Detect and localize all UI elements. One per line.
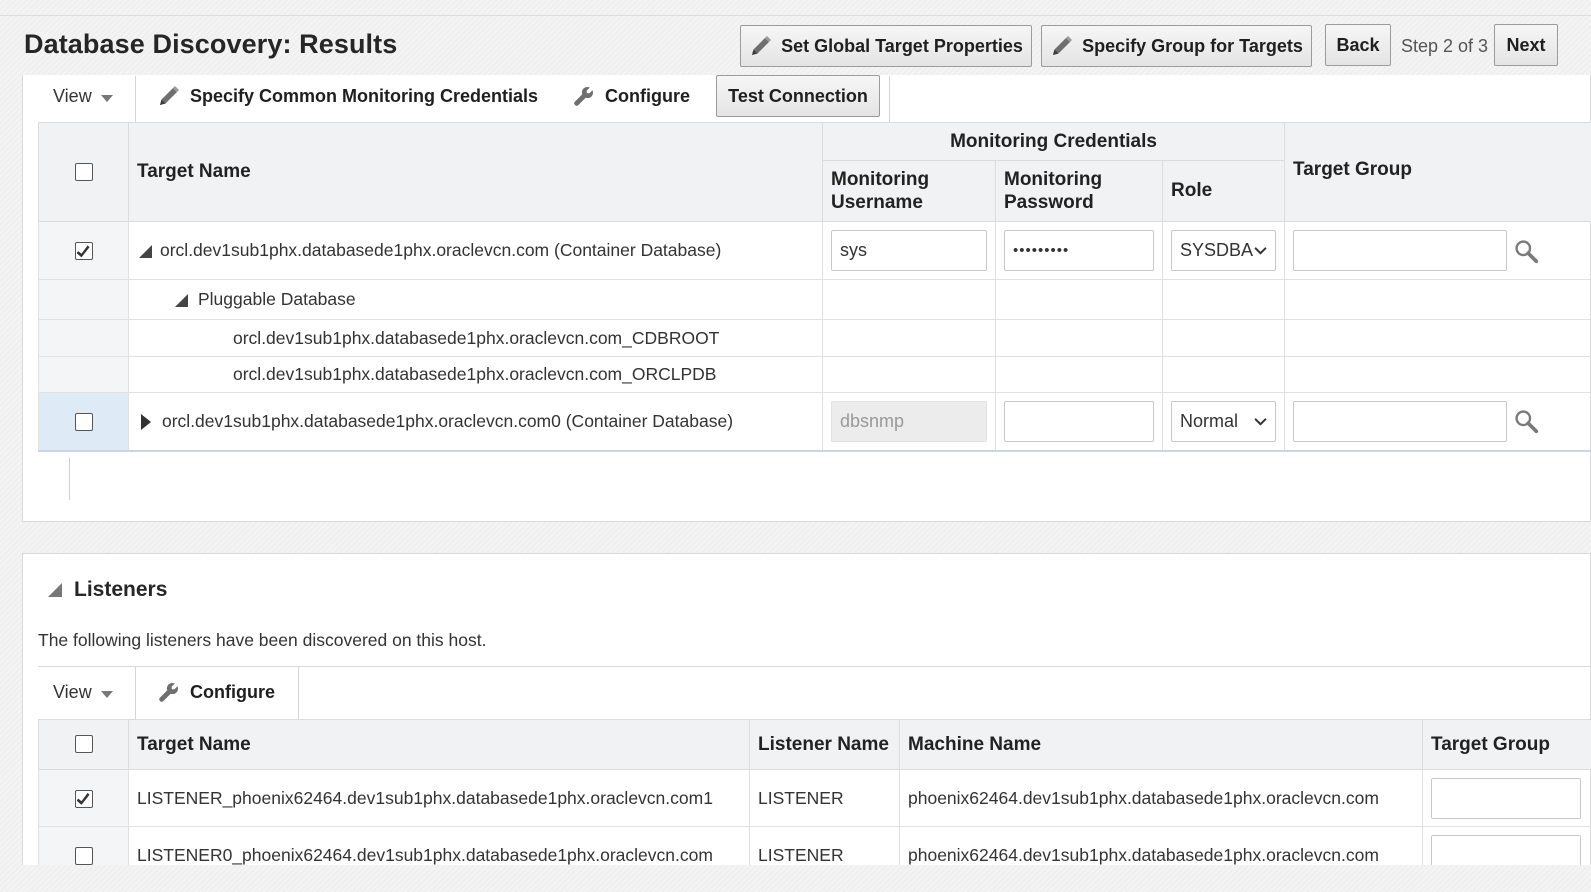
select-all-checkbox[interactable] xyxy=(74,735,93,754)
expand-triangle-icon[interactable] xyxy=(141,414,151,431)
listener-name-header: Listener Name xyxy=(749,719,900,770)
target-name-cell: orcl.dev1sub1phx.databasede1phx.oraclevc… xyxy=(128,392,823,451)
target-name-header: Target Name xyxy=(128,122,823,222)
specify-credentials-label: Specify Common Monitoring Credentials xyxy=(190,85,539,106)
next-button[interactable]: Next xyxy=(1494,24,1558,66)
monitoring-username-input[interactable]: dbsnmp xyxy=(831,400,987,442)
back-label: Back xyxy=(1336,34,1380,55)
set-global-target-properties-label: Set Global Target Properties xyxy=(781,35,1023,56)
wrench-icon xyxy=(572,84,596,108)
monitoring-credentials-header: Monitoring Credentials xyxy=(821,122,1286,161)
machine-name-header: Machine Name xyxy=(899,719,1423,770)
databases-table: Target Name Monitoring Credentials Targe… xyxy=(38,122,1591,452)
role-select[interactable]: Normal xyxy=(1171,400,1277,442)
toolbar-divider xyxy=(135,667,136,719)
chevron-down-icon xyxy=(1254,417,1267,426)
role-header: Role xyxy=(1161,160,1286,222)
db-configure-button[interactable]: Configure xyxy=(572,84,690,108)
listener-name: LISTENER xyxy=(749,769,900,827)
role-select[interactable]: SYSDBA xyxy=(1171,230,1277,271)
row-checkbox[interactable] xyxy=(74,413,93,432)
table-row: Pluggable Database xyxy=(38,279,1591,320)
wrench-icon xyxy=(157,680,181,704)
pencil-icon xyxy=(749,34,773,58)
configure-label: Configure xyxy=(190,681,275,702)
monitoring-username-input[interactable]: sys xyxy=(831,230,987,271)
divider xyxy=(38,666,1591,667)
monitoring-username-header: Monitoring Username xyxy=(822,160,996,222)
target-name-text: orcl.dev1sub1phx.databasede1phx.oraclevc… xyxy=(128,356,823,393)
step-indicator: Step 2 of 3 xyxy=(1401,36,1489,56)
specify-group-for-targets-button[interactable]: Specify Group for Targets xyxy=(1041,25,1312,67)
next-label: Next xyxy=(1506,34,1546,55)
monitoring-password-input[interactable]: ••••••••• xyxy=(1004,230,1154,271)
machine-name: phoenix62464.dev1sub1phx.databasede1phx.… xyxy=(899,769,1423,827)
listeners-configure-button[interactable]: Configure xyxy=(157,680,275,704)
listeners-title: Listeners xyxy=(74,578,168,601)
target-group-input[interactable] xyxy=(1431,777,1581,819)
select-all-header xyxy=(38,122,129,222)
chevron-down-icon xyxy=(100,690,113,698)
search-icon[interactable] xyxy=(1513,238,1539,264)
view-label: View xyxy=(53,86,92,106)
row-checkbox[interactable] xyxy=(74,242,93,261)
test-connection-button[interactable]: Test Connection xyxy=(716,75,880,117)
select-all-checkbox[interactable] xyxy=(74,162,93,181)
role-value: SYSDBA xyxy=(1180,240,1254,260)
table-row[interactable]: orcl.dev1sub1phx.databasede1phx.oraclevc… xyxy=(38,392,1591,451)
collapse-triangle-icon[interactable] xyxy=(139,244,152,258)
toolbar-divider xyxy=(135,76,136,122)
toolbar-divider xyxy=(889,76,890,122)
page-title: Database Discovery: Results xyxy=(24,29,398,59)
listeners-description: The following listeners have been discov… xyxy=(38,630,487,650)
listeners-section-header[interactable]: Listeners xyxy=(48,578,167,602)
view-label: View xyxy=(53,682,92,702)
target-group-header: Target Group xyxy=(1422,719,1591,770)
chevron-down-icon xyxy=(1254,246,1267,255)
listener-target-name: LISTENER_phoenix62464.dev1sub1phx.databa… xyxy=(128,769,750,827)
collapse-triangle-icon[interactable] xyxy=(48,583,62,597)
chevron-down-icon xyxy=(100,94,113,102)
collapse-triangle-icon[interactable] xyxy=(175,293,188,307)
configure-label: Configure xyxy=(605,85,690,106)
monitoring-password-header: Monitoring Password xyxy=(995,160,1163,222)
target-group-header: Target Group xyxy=(1284,122,1591,222)
target-group-input[interactable] xyxy=(1293,400,1508,442)
search-icon[interactable] xyxy=(1513,408,1539,434)
specify-group-for-targets-label: Specify Group for Targets xyxy=(1082,35,1303,56)
pluggable-database-label: Pluggable Database xyxy=(198,289,356,309)
bottom-fade xyxy=(0,865,1591,892)
back-button[interactable]: Back xyxy=(1325,24,1391,66)
toolbar-divider xyxy=(298,667,299,719)
table-row[interactable]: orcl.dev1sub1phx.databasede1phx.oraclevc… xyxy=(38,221,1591,280)
table-row: orcl.dev1sub1phx.databasede1phx.oraclevc… xyxy=(38,319,1591,357)
target-name-text: orcl.dev1sub1phx.databasede1phx.oraclevc… xyxy=(162,410,734,431)
listeners-table: Target Name Listener Name Machine Name T… xyxy=(38,719,1591,884)
monitoring-password-input[interactable] xyxy=(1004,400,1154,442)
target-name-cell: orcl.dev1sub1phx.databasede1phx.oraclevc… xyxy=(128,221,823,280)
set-global-target-properties-button[interactable]: Set Global Target Properties xyxy=(740,25,1032,67)
table-row[interactable]: LISTENER_phoenix62464.dev1sub1phx.databa… xyxy=(38,769,1591,827)
db-view-menu[interactable]: View xyxy=(53,86,113,107)
column-resize-handle[interactable] xyxy=(69,458,70,500)
target-name-header: Target Name xyxy=(128,719,750,770)
listeners-view-menu[interactable]: View xyxy=(53,682,113,703)
test-connection-label: Test Connection xyxy=(728,85,868,106)
pencil-icon xyxy=(1050,34,1074,58)
row-checkbox[interactable] xyxy=(74,789,93,808)
select-all-header xyxy=(38,719,129,770)
target-group-input[interactable] xyxy=(1293,230,1508,271)
pencil-icon xyxy=(157,84,181,108)
target-name-text: orcl.dev1sub1phx.databasede1phx.oraclevc… xyxy=(160,240,722,260)
table-row: orcl.dev1sub1phx.databasede1phx.oraclevc… xyxy=(38,356,1591,393)
specify-common-monitoring-credentials-button[interactable]: Specify Common Monitoring Credentials xyxy=(157,84,538,108)
top-strip xyxy=(0,0,1591,16)
target-name-text: orcl.dev1sub1phx.databasede1phx.oraclevc… xyxy=(128,319,823,357)
row-checkbox[interactable] xyxy=(74,846,93,865)
role-value: Normal xyxy=(1180,410,1239,431)
